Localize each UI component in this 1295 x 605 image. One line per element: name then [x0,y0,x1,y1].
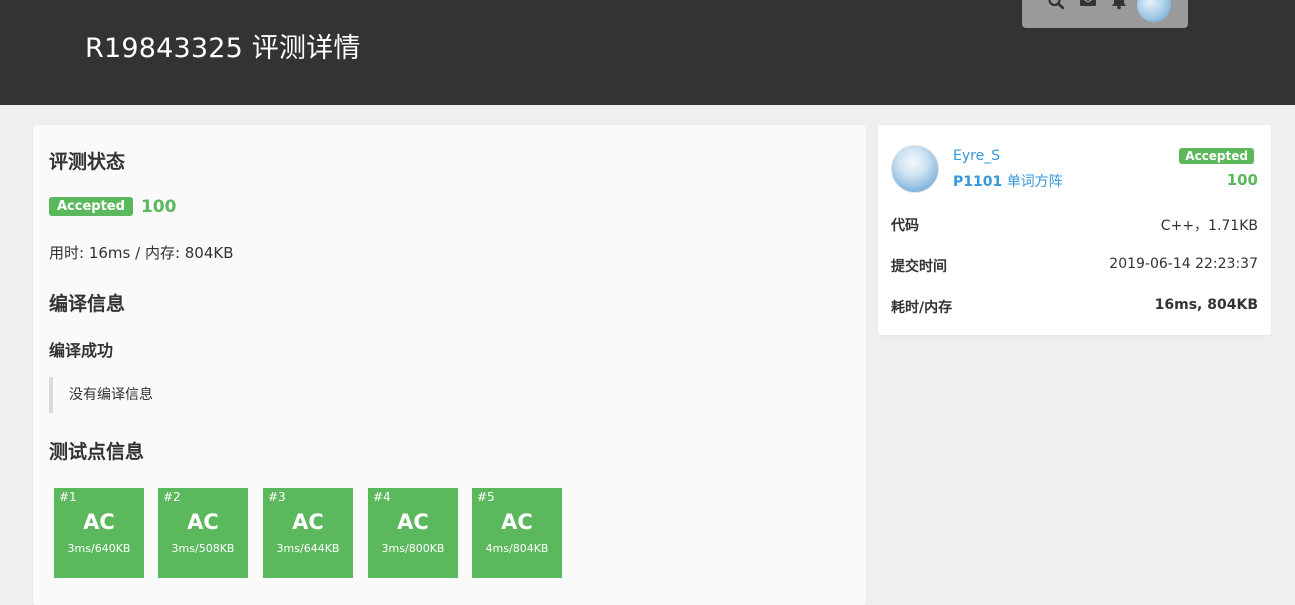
score: 100 [1226,171,1258,189]
compile-status: 编译成功 [49,341,114,360]
problem-name: 单词方阵 [1006,174,1063,190]
usage-separator: / [130,244,145,262]
testcase-result: AC [187,510,219,534]
usage-prefix: 用时: [49,244,89,262]
testcase-meta: 4ms/804KB [485,542,549,555]
user-toolbar [1022,0,1188,28]
status-row: Accepted 100 [49,196,176,217]
testcase-result: AC [83,510,115,534]
status-badge: Accepted [49,197,133,216]
usage-memory: 804KB [184,244,234,262]
info-label: 耗时/内存 [891,300,953,316]
avatar[interactable] [891,145,939,193]
testcase-tile[interactable]: #1 AC 3ms/640KB [54,488,144,578]
testcase-meta: 3ms/800KB [381,542,445,555]
testcase-meta: 3ms/640KB [67,542,131,555]
usage-summary: 用时: 16ms / 内存: 804KB [49,242,234,263]
compile-heading: 编译信息 [49,293,126,315]
testcase-tile[interactable]: #4 AC 3ms/800KB [368,488,458,578]
testcase-number: #5 [477,490,495,504]
testcase-result: AC [501,510,533,534]
bell-icon[interactable] [1110,0,1128,12]
testcase-result: AC [397,510,429,534]
testcase-meta: 3ms/644KB [276,542,340,555]
compile-message: 没有编译信息 [49,377,153,413]
testcase-result: AC [292,510,324,534]
testcase-number: #1 [59,490,77,504]
score: 100 [140,196,177,217]
info-value: 2019-06-14 22:23:37 [1109,256,1258,272]
problem-id: P1101 [953,174,1003,190]
status-badge: Accepted [1179,148,1254,164]
testcase-meta: 3ms/508KB [171,542,235,555]
testcase-number: #2 [163,490,181,504]
info-value: 16ms, 804KB [1154,297,1258,313]
usage-mem-prefix: 内存: [144,244,185,262]
info-label: 提交时间 [891,259,947,275]
usage-time: 16ms [88,244,131,262]
top-bar: R19843325 评测详情 [0,0,1295,105]
testcase-number: #3 [268,490,286,504]
user-avatar[interactable] [1137,0,1171,22]
testcase-number: #4 [373,490,391,504]
username-link[interactable]: Eyre_S [953,148,1000,164]
submission-summary-card: Eyre_S P1101 单词方阵 Accepted 100 代码 C++，1.… [878,125,1271,335]
info-label: 代码 [891,218,919,234]
problem-link[interactable]: P1101 单词方阵 [953,171,1063,191]
status-heading: 评测状态 [49,151,126,173]
search-icon[interactable] [1047,0,1065,12]
judge-result-card: 评测状态 Accepted 100 用时: 16ms / 内存: 804KB 编译… [33,125,866,605]
testcase-tile[interactable]: #2 AC 3ms/508KB [158,488,248,578]
testcases-heading: 测试点信息 [49,441,145,463]
testcase-tile[interactable]: #5 AC 4ms/804KB [472,488,562,578]
page-title: R19843325 评测详情 [85,33,361,64]
testcase-tile[interactable]: #3 AC 3ms/644KB [263,488,353,578]
info-value: C++，1.71KB [1160,218,1258,234]
mail-icon[interactable] [1079,0,1097,12]
